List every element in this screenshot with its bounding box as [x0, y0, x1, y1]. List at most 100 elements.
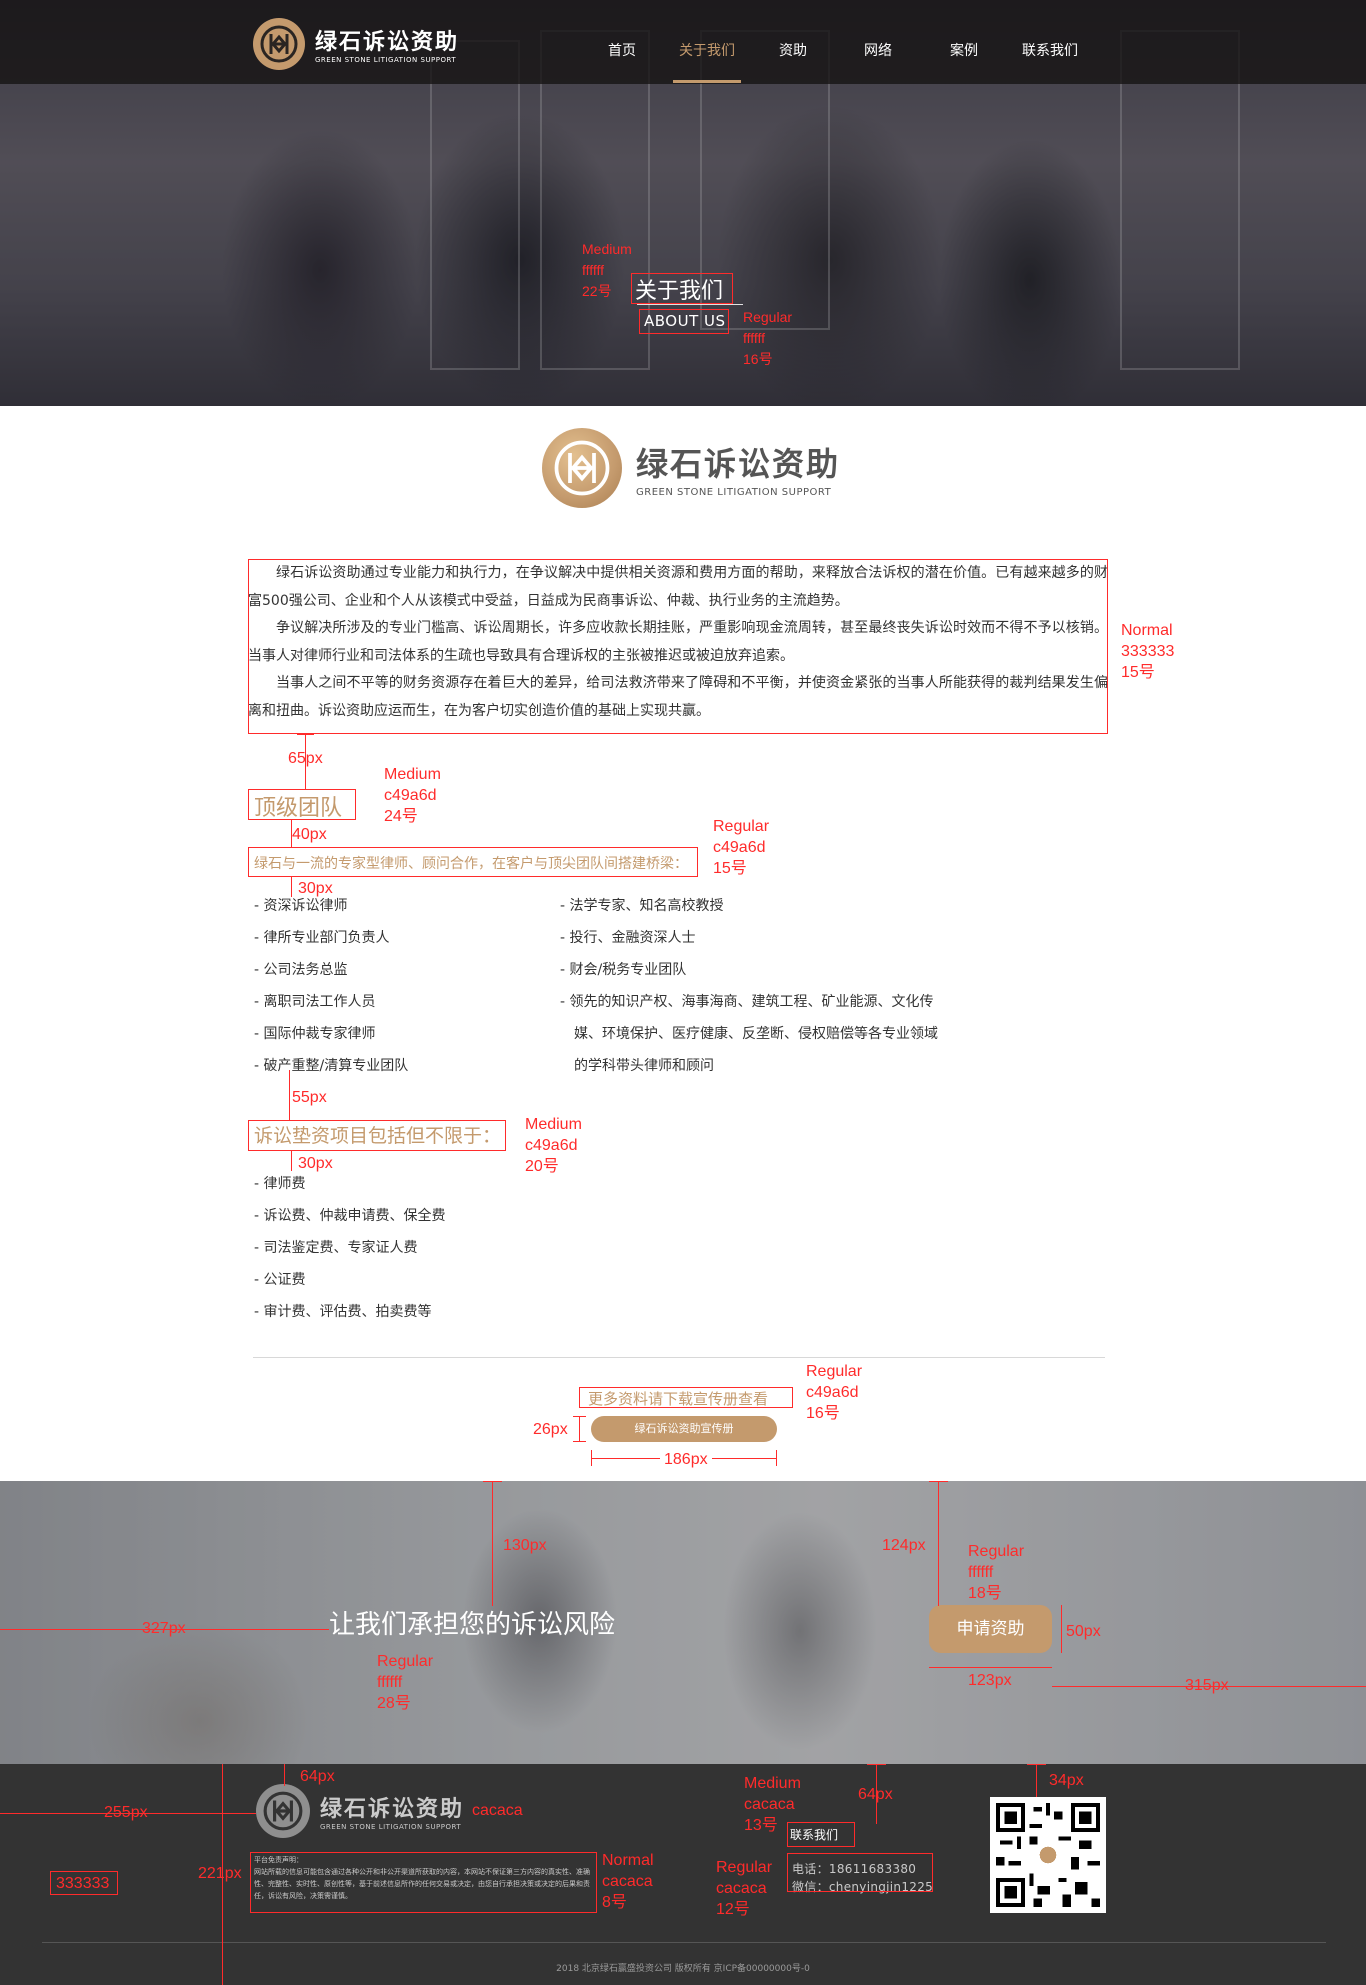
nav-cases[interactable]: 案例: [950, 40, 978, 60]
spec-line: [291, 877, 292, 897]
spec-annotation: Normal 333333 15号: [1121, 622, 1175, 681]
list-item: - 律所专业部门负责人: [254, 930, 390, 946]
spec-annotation: 40px: [292, 826, 327, 843]
footer-logo[interactable]: 绿石诉讼资助 GREEN STONE LITIGATION SUPPORT: [256, 1784, 464, 1838]
spec-annotation: 55px: [292, 1089, 327, 1106]
spec-annotation: Regular cacaca 12号: [716, 1859, 773, 1918]
list-item: - 公司法务总监: [254, 962, 348, 978]
spec-line: [297, 734, 314, 735]
spec-annotation: Medium ffffff 22号: [582, 241, 632, 299]
logo-name-cn: 绿石诉讼资助: [315, 30, 460, 55]
spec-annotation: Medium c49a6d 24号: [384, 766, 441, 825]
cta-banner: 让我们承担您的诉讼风险 申请资助: [0, 1481, 1366, 1764]
nav-network[interactable]: 网络: [864, 40, 892, 60]
logo-mark-icon: [542, 428, 622, 508]
cta-title: 让我们承担您的诉讼风险: [329, 1610, 616, 1640]
logo-mark-icon: [253, 18, 305, 70]
hero-divider: [637, 304, 743, 305]
spec-annotation: 34px: [1049, 1772, 1084, 1789]
list-item: - 公证费: [254, 1272, 306, 1288]
spec-line: [938, 1481, 939, 1606]
spec-annotation: 130px: [503, 1537, 547, 1554]
nav-funding[interactable]: 资助: [779, 40, 807, 60]
spec-annotation: 124px: [882, 1537, 926, 1554]
spec-annotation: 186px: [660, 1449, 712, 1470]
nav-active-indicator: [673, 80, 741, 83]
spec-line: [291, 1151, 292, 1171]
spec-annotation: cacaca: [472, 1802, 523, 1819]
spec-annotation: 30px: [298, 1155, 333, 1172]
nav-home[interactable]: 首页: [608, 40, 636, 60]
spec-annotation: 123px: [968, 1672, 1012, 1689]
list-item: - 领先的知识产权、海事海商、建筑工程、矿业能源、文化传媒、环境保护、医疗健康、…: [560, 994, 938, 1074]
spec-annotation: 333333: [56, 1875, 110, 1892]
team-list-left: - 资深诉讼律师 - 律所专业部门负责人 - 公司法务总监 - 离职司法工作人员…: [254, 890, 554, 1082]
wechat-qr-code: [990, 1797, 1106, 1913]
spec-box: [631, 273, 733, 304]
spec-box: [248, 847, 698, 877]
apply-funding-button[interactable]: 申请资助: [929, 1605, 1052, 1653]
brochure-download-button[interactable]: 绿石诉讼资助宣传册: [591, 1416, 777, 1442]
spec-annotation: 65px: [288, 750, 323, 767]
spec-annotation: 30px: [298, 880, 333, 897]
top-navigation-bar: 绿石诉讼资助 GREEN STONE LITIGATION SUPPORT 首页…: [0, 0, 1366, 84]
spec-line: [573, 1441, 586, 1442]
spec-annotation: Regular c49a6d 15号: [713, 818, 770, 877]
spec-line: [1061, 1605, 1062, 1653]
spec-box: [250, 1852, 597, 1913]
spec-annotation: Normal cacaca 8号: [602, 1852, 654, 1911]
spec-box: [248, 1120, 506, 1151]
spec-line: [492, 1481, 493, 1606]
list-item: - 离职司法工作人员: [254, 994, 376, 1010]
nav-about-us[interactable]: 关于我们: [679, 40, 735, 60]
list-item: - 审计费、评估费、拍卖费等: [254, 1304, 432, 1320]
spec-line: [929, 1481, 948, 1482]
spec-box: [787, 1822, 855, 1847]
list-item: - 法学专家、知名高校教授: [560, 898, 724, 914]
funding-list: - 律师费 - 诉讼费、仲裁申请费、保全费 - 司法鉴定费、专家证人费 - 公证…: [254, 1168, 554, 1328]
spec-line: [284, 1764, 285, 1786]
about-logo-name-cn: 绿石诉讼资助: [636, 444, 841, 483]
spec-annotation: 255px: [104, 1804, 148, 1821]
spec-box: [248, 789, 356, 820]
spec-box: [248, 559, 1108, 734]
section-divider: [253, 1357, 1105, 1358]
spec-annotation: 50px: [1066, 1623, 1101, 1640]
spec-annotation: 26px: [533, 1421, 568, 1438]
about-logo-name-en: GREEN STONE LITIGATION SUPPORT: [636, 486, 832, 498]
spec-line: [579, 1416, 580, 1442]
spec-annotation: Regular c49a6d 16号: [806, 1363, 863, 1422]
spec-annotation: 64px: [300, 1768, 335, 1785]
spec-line: [573, 1416, 586, 1417]
list-item: - 财会/税务专业团队: [560, 962, 687, 978]
copyright: 2018 北京绿石赢盛投资公司 版权所有 京ICP备00000000号-0: [556, 1964, 810, 1974]
spec-annotation: Regular ffffff 18号: [968, 1543, 1025, 1602]
logo-mark-icon: [256, 1784, 310, 1838]
spec-annotation: Medium c49a6d 20号: [525, 1116, 582, 1175]
spec-annotation: 64px: [858, 1786, 893, 1803]
spec-box: [639, 309, 729, 334]
cta-overlay: [0, 1481, 1366, 1764]
list-item: - 诉讼费、仲裁申请费、保全费: [254, 1208, 446, 1224]
list-item: - 破产重整/清算专业团队: [254, 1058, 409, 1074]
spec-box: [787, 1853, 933, 1892]
spec-line: [929, 1667, 1052, 1668]
nav-contact[interactable]: 联系我们: [1022, 40, 1078, 60]
footer-divider: [42, 1942, 1326, 1943]
list-item: - 投行、金融资深人士: [560, 930, 696, 946]
spec-line: [776, 1450, 777, 1466]
spec-line: [867, 1764, 886, 1765]
list-item: - 司法鉴定费、专家证人费: [254, 1240, 418, 1256]
hero-banner: 绿石诉讼资助 GREEN STONE LITIGATION SUPPORT 首页…: [0, 0, 1366, 406]
spec-annotation: 327px: [142, 1620, 186, 1637]
about-logo: 绿石诉讼资助 GREEN STONE LITIGATION SUPPORT: [542, 428, 840, 508]
qr-code-icon: [996, 1803, 1100, 1907]
spec-line: [1027, 1764, 1046, 1765]
header-logo[interactable]: 绿石诉讼资助 GREEN STONE LITIGATION SUPPORT: [253, 18, 459, 70]
spec-annotation: Regular ffffff 28号: [377, 1653, 434, 1712]
spec-annotation: 221px: [198, 1865, 242, 1882]
spec-line: [1036, 1764, 1037, 1797]
footer-logo-name-en: GREEN STONE LITIGATION SUPPORT: [320, 1823, 462, 1831]
team-list-right: - 法学专家、知名高校教授 - 投行、金融资深人士 - 财会/税务专业团队 - …: [560, 890, 940, 1082]
logo-name-en: GREEN STONE LITIGATION SUPPORT: [315, 56, 457, 64]
